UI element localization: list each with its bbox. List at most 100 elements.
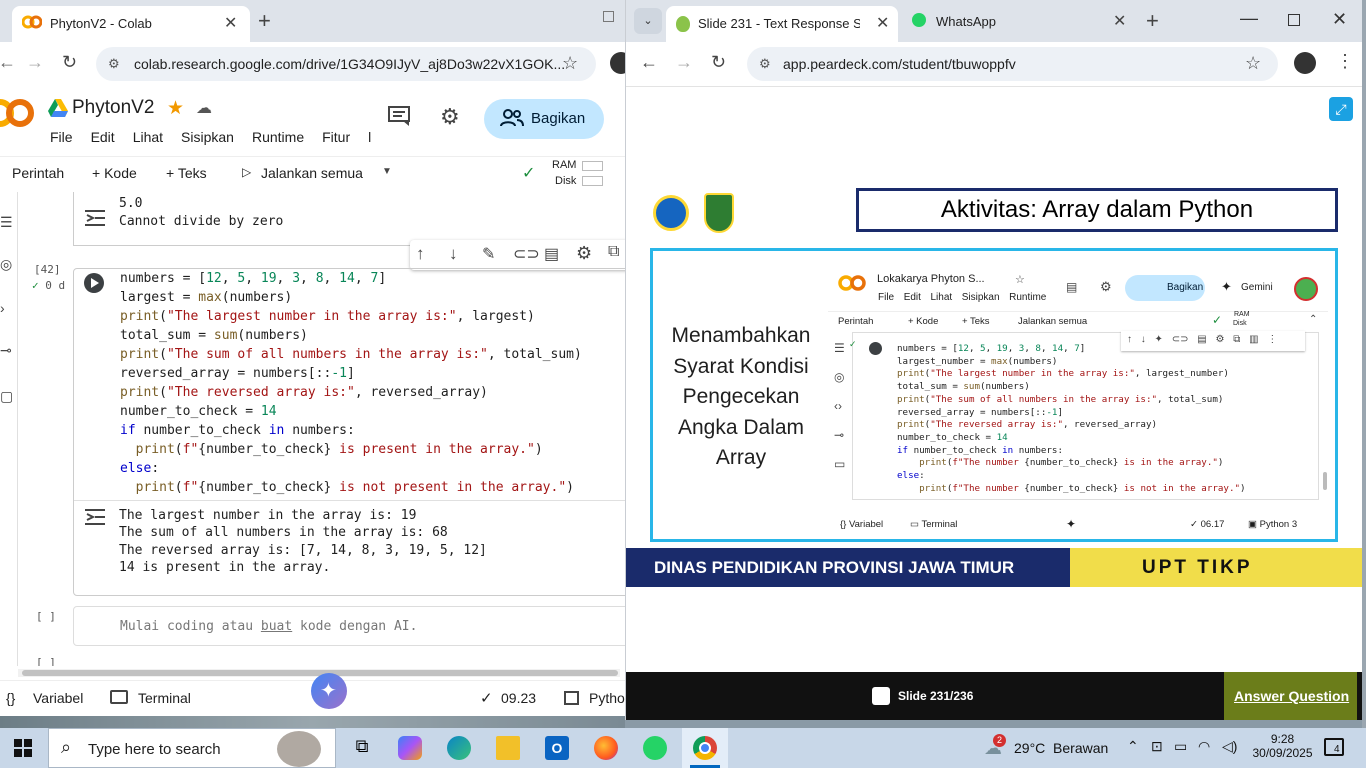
slide-tab[interactable]: Slide 231 - Text Response Slide ✕ <box>666 6 898 42</box>
outlook-icon[interactable]: O <box>545 736 569 760</box>
toc-icon[interactable]: ☰ <box>0 214 13 231</box>
new-tab-icon[interactable]: + <box>258 8 271 34</box>
back-icon[interactable]: ← <box>640 52 658 73</box>
taskbar-search-box[interactable]: ⌕ Type here to search <box>48 728 336 768</box>
terminal-button[interactable]: Terminal <box>138 690 191 706</box>
cloud-saved-icon: ☁ <box>196 100 212 117</box>
firefox-icon[interactable] <box>594 736 618 760</box>
mirror-cell-icon[interactable]: ⧉ <box>608 243 619 261</box>
code-snippets-icon[interactable]: › <box>0 300 5 316</box>
notification-icon[interactable]: 4 <box>1324 738 1344 756</box>
notebook-title[interactable]: PhytonV2 <box>72 97 154 119</box>
ram-label: RAM <box>552 159 577 171</box>
answer-question-button[interactable]: Answer Question <box>1224 672 1357 720</box>
reload-icon[interactable]: ↻ <box>62 52 77 73</box>
ai-wand-icon[interactable]: ✎ <box>482 244 495 264</box>
peardeck-omnibox[interactable]: ⚙ app.peardeck.com/student/tbuwoppfv ☆ <box>747 47 1278 81</box>
wifi-icon[interactable]: ◠ <box>1198 738 1210 755</box>
files-icon[interactable]: ▢ <box>0 388 13 405</box>
code-editor[interactable]: numbers = [12, 5, 19, 3, 8, 14, 7] large… <box>120 269 582 497</box>
edge-icon[interactable] <box>447 736 471 760</box>
meet-now-icon[interactable]: ⊡ <box>1151 738 1163 755</box>
taskbar-clock[interactable]: 9:28 30/09/2025 <box>1250 732 1315 760</box>
commands-button[interactable]: Perintah <box>12 165 64 181</box>
share-button[interactable]: Bagikan <box>484 99 604 139</box>
variables-button[interactable]: Variabel <box>33 690 83 706</box>
close-slide-tab-icon[interactable]: ✕ <box>876 13 889 33</box>
bookmark-star-icon[interactable]: ☆ <box>562 53 578 74</box>
minimize-icon[interactable]: — <box>1240 8 1258 29</box>
copilot-icon[interactable] <box>398 736 422 760</box>
peardeck-favicon-icon <box>676 16 690 32</box>
cell-comment-icon[interactable]: ▤ <box>544 244 559 264</box>
find-icon[interactable]: ◎ <box>0 256 12 273</box>
output-icon[interactable] <box>84 208 106 226</box>
whatsapp-taskbar-icon[interactable] <box>643 736 667 760</box>
colab-omnibox[interactable]: ⚙ colab.research.google.com/drive/1G34O9… <box>96 47 596 81</box>
mini-commands: Perintah <box>838 316 874 327</box>
menu-more[interactable]: l <box>368 129 371 145</box>
comment-icon[interactable] <box>388 106 410 126</box>
run-cell-button[interactable] <box>84 273 104 293</box>
forward-icon[interactable]: → <box>675 52 693 73</box>
output-line-1: The largest number in the array is: 19 <box>119 508 417 523</box>
volume-icon[interactable]: ◁) <box>1222 738 1237 755</box>
battery-icon[interactable]: ▭ <box>1174 738 1187 755</box>
whatsapp-tab-title[interactable]: WhatsApp <box>936 14 996 29</box>
code-cell[interactable]: numbers = [12, 5, 19, 3, 8, 14, 7] large… <box>73 268 626 596</box>
execution-count: [42] <box>34 263 61 276</box>
mini-menu-insert: Sisipkan <box>961 292 1000 303</box>
reload-icon[interactable]: ↻ <box>711 52 726 73</box>
close-tab-icon[interactable]: ✕ <box>224 13 237 33</box>
menu-runtime[interactable]: Runtime <box>252 129 304 145</box>
profile-avatar[interactable] <box>610 52 626 74</box>
mini-scrollbar <box>1323 472 1327 490</box>
forward-icon[interactable]: → <box>26 52 44 73</box>
runtime-label[interactable]: Pytho <box>589 690 625 706</box>
profile-avatar[interactable] <box>1294 52 1316 74</box>
close-window-icon[interactable]: ✕ <box>1332 9 1347 30</box>
site-info-icon[interactable]: ⚙ <box>759 56 771 72</box>
settings-gear-icon[interactable]: ⚙ <box>440 104 460 130</box>
status-check-icon: ✓ <box>480 690 493 707</box>
cell-settings-icon[interactable]: ⚙ <box>576 243 592 264</box>
add-code-button[interactable]: + Kode <box>92 165 137 181</box>
menu-tools[interactable]: Fitur <box>322 129 350 145</box>
chrome-taskbar-button[interactable] <box>682 728 728 768</box>
link-icon[interactable]: ⊂⊃ <box>513 244 540 264</box>
cell-toolbar: ↑ ↓ ✎ ⊂⊃ ▤ ⚙ ⧉ <box>410 240 626 270</box>
colab-tab[interactable]: PhytonV2 - Colab ✕ <box>12 6 250 42</box>
move-down-icon[interactable]: ↓ <box>449 244 458 264</box>
menu-insert[interactable]: Sisipkan <box>181 129 234 145</box>
weather-text[interactable]: 29°C Berawan <box>1014 740 1108 756</box>
site-info-icon[interactable]: ⚙ <box>108 56 120 72</box>
add-text-button[interactable]: + Teks <box>166 165 207 181</box>
back-icon[interactable]: ← <box>0 52 16 73</box>
new-tab-icon[interactable]: + <box>1146 8 1159 34</box>
task-view-icon[interactable]: ⧉ <box>350 736 374 760</box>
footer-institution: DINAS PENDIDIKAN PROVINSI JAWA TIMUR <box>654 558 1015 577</box>
generate-link[interactable]: buat <box>261 619 292 634</box>
run-all-dropdown-icon[interactable]: ▼ <box>382 166 392 177</box>
run-all-button[interactable]: Jalankan semua <box>261 165 363 181</box>
secrets-icon[interactable]: ⊸ <box>0 342 12 359</box>
windows-start-icon[interactable] <box>14 739 32 757</box>
mini-title: Lokakarya Phyton S... <box>877 273 985 285</box>
close-whatsapp-tab-icon[interactable]: ✕ <box>1113 11 1126 31</box>
menu-file[interactable]: File <box>50 129 73 145</box>
gemini-button[interactable]: ✦ <box>311 673 347 709</box>
menu-view[interactable]: Lihat <box>133 129 163 145</box>
menu-edit[interactable]: Edit <box>91 129 115 145</box>
browser-menu-icon[interactable]: ⋮ <box>1336 51 1354 72</box>
cell-output-icon[interactable] <box>84 507 106 525</box>
tab-search-icon[interactable]: ⌄ <box>634 8 662 34</box>
move-up-icon[interactable]: ↑ <box>416 244 425 264</box>
empty-code-cell[interactable]: Mulai coding atau buat kode dengan AI. <box>73 606 626 646</box>
show-hidden-icons[interactable]: ⌃ <box>1127 738 1139 755</box>
fullscreen-icon[interactable]: ⤢ <box>1329 97 1353 121</box>
maximize-icon[interactable] <box>603 11 614 22</box>
file-explorer-icon[interactable] <box>496 736 520 760</box>
maximize-icon[interactable] <box>1288 14 1300 26</box>
star-icon[interactable]: ★ <box>167 97 184 120</box>
bookmark-star-icon[interactable]: ☆ <box>1245 53 1261 74</box>
